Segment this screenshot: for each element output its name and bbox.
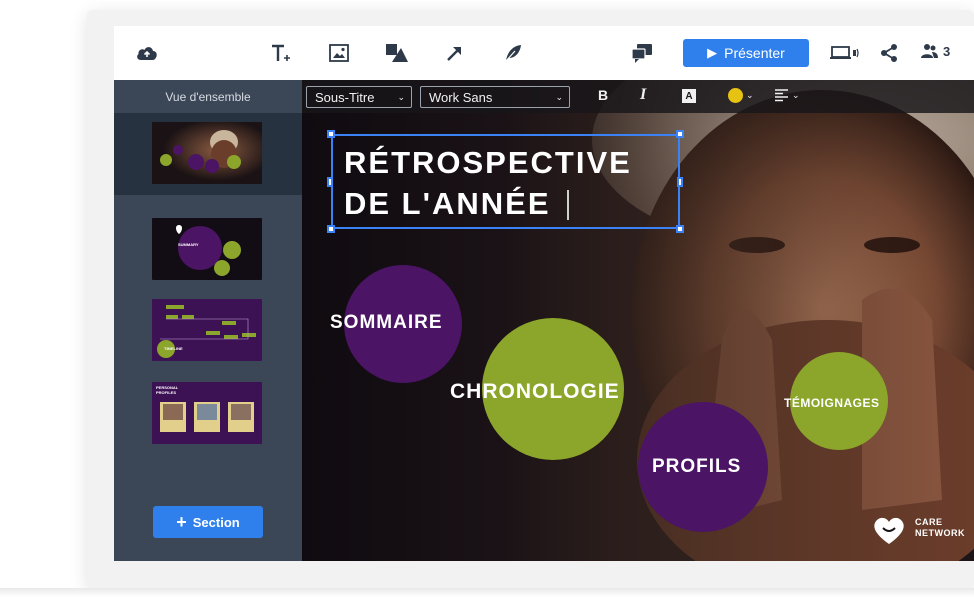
font-family-value: Work Sans xyxy=(429,89,493,105)
resize-handle-ml[interactable] xyxy=(327,177,333,187)
overview-sidebar: Vue d'ensemble SUMMARY TIMELINE PERSONAL… xyxy=(114,80,302,561)
text-background-button[interactable]: A xyxy=(682,89,696,103)
selection-box[interactable] xyxy=(331,134,680,229)
collaborators-count: 3 xyxy=(943,43,951,59)
color-swatch-icon xyxy=(728,88,743,103)
text-style-value: Sous-Titre xyxy=(315,89,375,105)
format-toolbar: Sous-Titre ⌄ Work Sans ⌄ B I A ⌄ ⌄ xyxy=(302,80,974,113)
present-button[interactable]: ▶ Présenter xyxy=(683,39,809,67)
device-preview-icon[interactable] xyxy=(830,40,860,66)
sidebar-title: Vue d'ensemble xyxy=(165,89,251,104)
text-style-select[interactable]: Sous-Titre ⌄ xyxy=(306,86,412,108)
logo-text-line2: NETWORK xyxy=(915,528,965,538)
comment-icon[interactable] xyxy=(629,40,655,66)
text-background-label: A xyxy=(685,90,693,102)
play-icon: ▶ xyxy=(707,45,718,60)
thumbnail-label: TIMELINE xyxy=(164,346,183,351)
thumbnail-profiles-slide[interactable]: PERSONAL PROFILES xyxy=(152,382,262,444)
align-left-icon xyxy=(775,89,788,102)
cloud-icon[interactable] xyxy=(134,40,160,66)
thumbnail-title-slide[interactable] xyxy=(152,122,262,184)
topic-label-temoignages[interactable]: TÉMOIGNAGES xyxy=(784,396,880,410)
text-icon[interactable] xyxy=(268,40,294,66)
topic-label-chronologie[interactable]: CHRONOLOGIE xyxy=(450,380,620,404)
shapes-icon[interactable] xyxy=(384,40,410,66)
chevron-down-icon: ⌄ xyxy=(746,90,754,100)
topic-label-profils[interactable]: PROFILS xyxy=(652,456,741,478)
share-icon[interactable] xyxy=(876,40,902,66)
heart-hands-icon xyxy=(874,517,904,544)
people-icon xyxy=(921,44,938,58)
care-network-logo: CARE NETWORK xyxy=(869,512,974,548)
collaborators[interactable]: 3 xyxy=(920,43,950,59)
plus-icon: + xyxy=(176,512,187,532)
thumbnail-summary-slide[interactable]: SUMMARY xyxy=(152,218,262,280)
text-color-button[interactable]: ⌄ xyxy=(728,88,754,103)
device-edge xyxy=(0,588,974,597)
present-label: Présenter xyxy=(724,45,785,61)
font-family-select[interactable]: Work Sans ⌄ xyxy=(420,86,570,108)
chevron-down-icon: ⌄ xyxy=(555,91,563,102)
top-toolbar: ▶ Présenter 3 xyxy=(114,26,974,80)
leaf-icon[interactable] xyxy=(500,40,526,66)
thumbnail-label: SUMMARY xyxy=(178,242,199,247)
arrow-icon[interactable] xyxy=(442,40,468,66)
logo-text-line1: CARE xyxy=(915,517,943,527)
align-button[interactable]: ⌄ xyxy=(774,88,800,102)
resize-handle-bl[interactable] xyxy=(327,225,335,233)
italic-button[interactable]: I xyxy=(640,86,646,104)
topic-label-sommaire[interactable]: SOMMAIRE xyxy=(330,312,443,334)
thumbnail-timeline-slide[interactable]: TIMELINE xyxy=(152,299,262,361)
bold-button[interactable]: B xyxy=(598,87,608,103)
chevron-down-icon: ⌄ xyxy=(792,89,800,100)
add-section-button[interactable]: + Section xyxy=(153,506,263,538)
resize-handle-tl[interactable] xyxy=(327,130,335,138)
resize-handle-br[interactable] xyxy=(676,225,684,233)
chevron-down-icon: ⌄ xyxy=(397,91,405,102)
resize-handle-mr[interactable] xyxy=(677,177,683,187)
image-icon[interactable] xyxy=(326,40,352,66)
resize-handle-tr[interactable] xyxy=(676,130,684,138)
section-button-label: Section xyxy=(192,514,240,530)
